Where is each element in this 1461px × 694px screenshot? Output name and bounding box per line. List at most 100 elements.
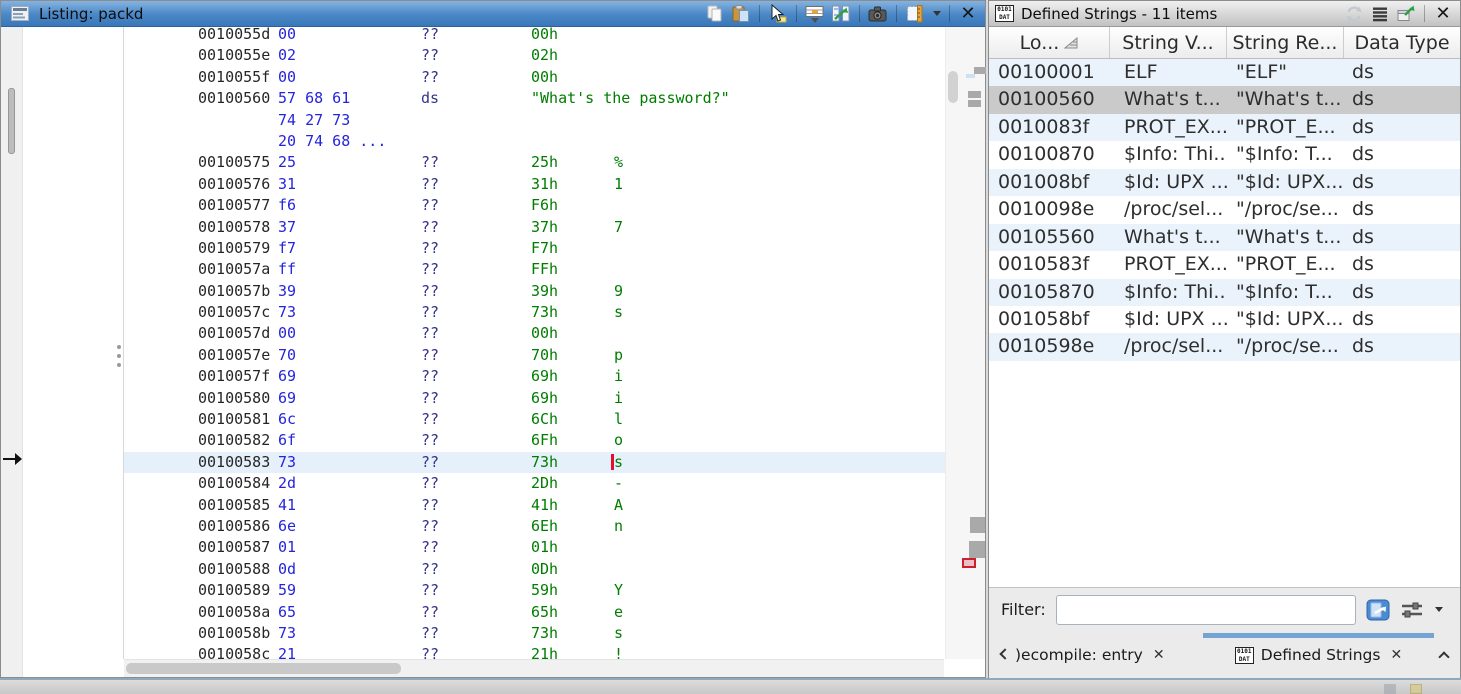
nav-marker[interactable] — [974, 67, 986, 74]
cursor-tool-icon[interactable] — [767, 4, 789, 24]
table-row[interactable]: 00105560What's t..."What's t...ds — [989, 224, 1460, 251]
cell-loc: 0010598e — [989, 333, 1110, 360]
listing-row[interactable]: 0010058701??01h — [124, 537, 946, 558]
listing-bytes: 00 — [278, 67, 296, 88]
listing-row[interactable]: 0010057e70??70hp — [124, 345, 946, 366]
table-row[interactable]: 00105870$Info: Thi..."$Info: T...ds — [989, 279, 1460, 306]
table-row[interactable]: 001008bf$Id: UPX ..."$Id: UPX...ds — [989, 169, 1460, 196]
listing-row[interactable]: 0010055f00??00h — [124, 67, 946, 88]
sort-indicator-icon — [1064, 32, 1078, 54]
close-tab-icon[interactable]: ✕ — [1153, 647, 1165, 663]
edit-fields-icon[interactable] — [804, 4, 826, 24]
clear-filter-icon[interactable] — [1366, 599, 1390, 621]
table-row[interactable]: 0010098e/proc/sel..."/proc/se...ds — [989, 196, 1460, 223]
cell-dtype: ds — [1344, 251, 1460, 278]
table-row[interactable]: 00100560What's t..."What's t...ds — [989, 86, 1460, 113]
table-row[interactable]: 00100870$Info: Thi..."$Info: T...ds — [989, 141, 1460, 168]
table-row[interactable]: 0010583fPROT_EX..."PROT_E...ds — [989, 251, 1460, 278]
listing-close-icon[interactable]: ✕ — [957, 4, 979, 24]
copy-icon[interactable] — [704, 4, 726, 24]
listing-row[interactable]: 001005816c??6Chl — [124, 409, 946, 430]
listing-row[interactable]: 74 27 73 — [124, 110, 946, 131]
column-header-string-value[interactable]: String V... — [1110, 27, 1227, 58]
listing-titlebar[interactable]: Listing: packd — [1, 1, 985, 27]
listing-left-margin — [1, 27, 23, 677]
nav-marker[interactable] — [968, 100, 981, 107]
listing-row[interactable]: 0010058373??73hs — [124, 452, 946, 473]
listing-hscrollbar[interactable] — [124, 659, 944, 677]
nav-marker[interactable] — [970, 517, 985, 533]
listing-val: 02h — [531, 45, 558, 66]
strings-titlebar[interactable]: 0101DAT Defined Strings - 11 items — [989, 1, 1460, 27]
listing-row[interactable]: 0010057837??37h7 — [124, 217, 946, 238]
listing-vscroll-thumb[interactable] — [948, 71, 958, 103]
export-window-icon[interactable] — [1395, 4, 1417, 24]
listing-row[interactable]: 0010057d00??00h — [124, 323, 946, 344]
listing-row[interactable]: 0010057f69??69hi — [124, 366, 946, 387]
listing-row[interactable]: 0010057c73??73hs — [124, 302, 946, 323]
cell-loc: 001058bf — [989, 306, 1110, 333]
column-header-data-type[interactable]: Data Type — [1344, 27, 1460, 58]
status-icon — [1410, 684, 1422, 694]
table-row[interactable]: 00100001ELF"ELF"ds — [989, 59, 1460, 86]
listing-bytes: 70 — [278, 345, 296, 366]
column-header-location[interactable]: Lo... — [989, 27, 1110, 58]
listing-row[interactable]: 00100577f6??F6h — [124, 195, 946, 216]
overview-scroll-thumb[interactable] — [8, 88, 15, 154]
listing-row[interactable]: 001005826f??6Fho — [124, 430, 946, 451]
refresh-icon[interactable] — [1343, 4, 1365, 24]
cursor-marker[interactable] — [962, 558, 976, 568]
listing-row[interactable]: 0010058959??59hY — [124, 580, 946, 601]
listing-row[interactable]: 001005842d??2Dh- — [124, 473, 946, 494]
listing-row[interactable]: 001005866e??6Ehn — [124, 516, 946, 537]
listing-row[interactable]: 0010058069??69hi — [124, 388, 946, 409]
diff-view-icon[interactable] — [830, 4, 852, 24]
listing-hscroll-thumb[interactable] — [126, 663, 401, 674]
filter-dropdown-caret[interactable] — [1434, 607, 1443, 612]
column-header-string-rep[interactable]: String Re... — [1227, 27, 1344, 58]
listing-row[interactable]: 0010057b39??39h9 — [124, 281, 946, 302]
nav-marker[interactable] — [968, 91, 981, 98]
current-line-arrow-icon — [2, 453, 22, 465]
listing-row[interactable]: 0010057631??31h1 — [124, 174, 946, 195]
listing-row[interactable]: 0010055d00??00h — [124, 27, 946, 45]
table-options-icon[interactable] — [1369, 4, 1391, 24]
collapse-panel-icon[interactable] — [1440, 653, 1452, 665]
listing-bytes: 59 — [278, 580, 296, 601]
listing-row[interactable]: 0010058541??41hA — [124, 495, 946, 516]
listing-mn: ?? — [421, 281, 439, 302]
paste-icon[interactable] — [730, 4, 752, 24]
close-tab-icon[interactable]: ✕ — [1390, 647, 1402, 663]
listing-row[interactable]: 0010058b73??73hs — [124, 623, 946, 644]
listing-row[interactable]: 20 74 68 ... — [124, 131, 946, 152]
listing-row[interactable]: 001005880d??0Dh — [124, 559, 946, 580]
margin-ruler-icon[interactable] — [904, 4, 926, 24]
listing-row[interactable]: 0010055e02??02h — [124, 45, 946, 66]
filter-options-icon[interactable] — [1400, 600, 1424, 620]
listing-char: Y — [614, 580, 623, 601]
snapshot-camera-icon[interactable] — [867, 4, 889, 24]
cell-dtype: ds — [1344, 141, 1460, 168]
tab-defined-strings[interactable]: 0101DAT Defined Strings ✕ — [1203, 631, 1434, 679]
tab-decompile-entry[interactable]: )ecompile: entry ✕ — [1015, 631, 1165, 679]
listing-row[interactable]: 0010057525??25h% — [124, 152, 946, 173]
filter-input[interactable] — [1056, 595, 1356, 625]
table-row[interactable]: 001058bf$Id: UPX ..."$Id: UPX...ds — [989, 306, 1460, 333]
table-row[interactable]: 0010598e/proc/sel..."/proc/se...ds — [989, 333, 1460, 360]
splitter-grip-icon[interactable] — [117, 345, 122, 371]
cell-sval: $Id: UPX ... — [1110, 169, 1227, 196]
listing-row[interactable]: 0010058a65??65he — [124, 602, 946, 623]
listing-row[interactable]: 00100579f7??F7h — [124, 238, 946, 259]
listing-addr: 0010057f — [198, 366, 270, 387]
ruler-dropdown-caret[interactable] — [930, 4, 942, 24]
listing-bytes: 39 — [278, 281, 296, 302]
nav-marker[interactable] — [966, 74, 975, 78]
listing-row[interactable]: 0010056057 68 61ds"What's the password?" — [124, 88, 946, 109]
listing-bytes: 73 — [278, 623, 296, 644]
table-row[interactable]: 0010083fPROT_EX..."PROT_E...ds — [989, 114, 1460, 141]
nav-marker[interactable] — [969, 541, 985, 558]
strings-close-icon[interactable]: ✕ — [1432, 4, 1454, 24]
listing-char: e — [614, 602, 623, 623]
listing-row[interactable]: 0010057aff??FFh — [124, 259, 946, 280]
scroll-tabs-left-icon[interactable] — [1001, 650, 1013, 662]
